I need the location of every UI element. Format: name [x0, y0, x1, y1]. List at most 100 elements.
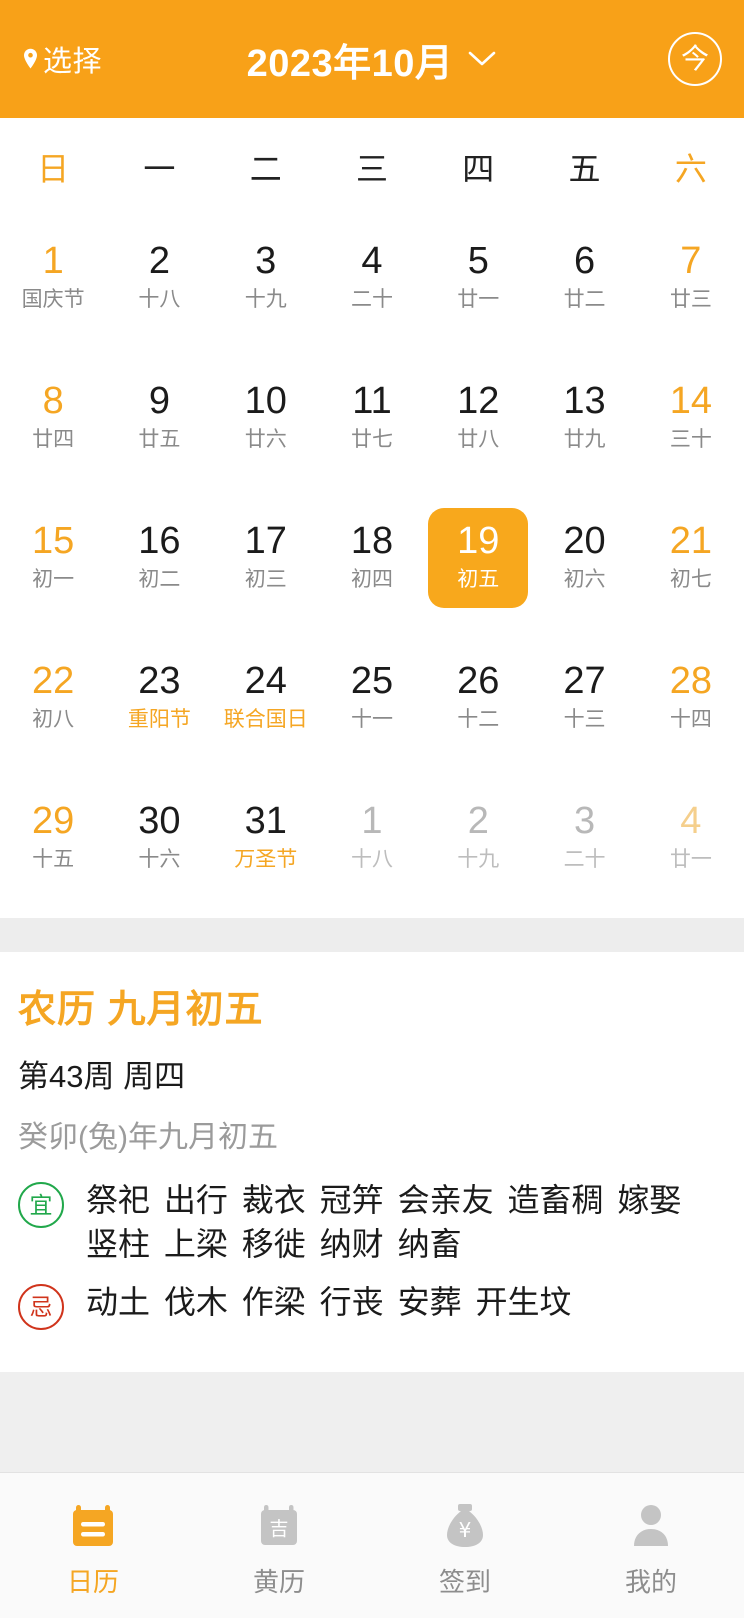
- day-number: 2: [467, 799, 489, 842]
- calendar-day-cell[interactable]: 4 二十: [319, 208, 425, 348]
- day-festival-label: 重阳节: [127, 707, 191, 731]
- tab-almanac-calendar[interactable]: 吉黄历: [186, 1492, 372, 1599]
- tab-money-bag[interactable]: ¥ 签到: [372, 1492, 558, 1599]
- day-number: 10: [244, 379, 287, 422]
- calendar-day-cell[interactable]: 27 十三: [531, 628, 637, 768]
- day-number: 31: [244, 799, 287, 842]
- day-lunar-label: 十六: [138, 847, 181, 871]
- calendar-day-cell[interactable]: 4 廿一: [638, 768, 744, 908]
- tab-calendar[interactable]: 日历: [0, 1492, 186, 1599]
- tab-person[interactable]: 我的: [558, 1492, 744, 1599]
- day-number: 30: [138, 799, 181, 842]
- chevron-down-icon[interactable]: [467, 50, 497, 68]
- day-number: 2: [148, 239, 170, 282]
- calendar-day-cell[interactable]: 10 廿六: [213, 348, 319, 488]
- weekday-label: 二: [249, 151, 282, 187]
- calendar-day-cell[interactable]: 28 十四: [638, 628, 744, 768]
- calendar-day-cell[interactable]: 26 十二: [425, 628, 531, 768]
- day-lunar-label: 十五: [32, 847, 75, 871]
- money-bag-icon: ¥: [438, 1498, 492, 1552]
- calendar-day-cell[interactable]: 18 初四: [319, 488, 425, 628]
- yi-row: 宜 祭祀 出行 裁衣 冠笄 会亲友 造畜稠 嫁娶 竖柱 上梁 移徙 纳财 纳畜: [18, 1178, 726, 1266]
- day-lunar-label: 初五: [457, 567, 500, 591]
- calendar-day-cell[interactable]: 12 廿八: [425, 348, 531, 488]
- weekday-label: 一: [143, 151, 176, 187]
- calendar-day-cell[interactable]: 16 初二: [106, 488, 212, 628]
- calendar-day-cell[interactable]: 5 廿一: [425, 208, 531, 348]
- app-header: 选择 2023年10月 今: [0, 0, 744, 118]
- tab-label: 黄历: [252, 1567, 305, 1597]
- tab-label: 签到: [438, 1567, 491, 1597]
- day-number: 22: [32, 659, 75, 702]
- day-lunar-label: 十二: [457, 707, 500, 731]
- day-lunar-label: 十八: [138, 287, 181, 311]
- person-icon: [624, 1498, 678, 1552]
- calendar-day-cell-selected[interactable]: 19 初五: [425, 488, 531, 628]
- day-lunar-label: 十八: [350, 847, 393, 871]
- lunar-date-title: 农历 九月初五: [18, 989, 264, 1031]
- calendar-day-cell[interactable]: 2 十八: [106, 208, 212, 348]
- calendar-day-cell[interactable]: 11 廿七: [319, 348, 425, 488]
- calendar-day-cell[interactable]: 25 十一: [319, 628, 425, 768]
- day-number: 24: [244, 659, 287, 702]
- calendar-day-cell[interactable]: 29 十五: [0, 768, 106, 908]
- page-title: 2023年10月: [246, 42, 454, 85]
- day-lunar-label: 二十: [350, 287, 393, 311]
- day-number: 16: [138, 519, 181, 562]
- day-number: 6: [573, 239, 596, 282]
- weekday-header-row: 日一二三四五六: [0, 118, 744, 208]
- calendar-day-cell[interactable]: 22 初八: [0, 628, 106, 768]
- calendar-day-cell[interactable]: 6 廿二: [531, 208, 637, 348]
- day-number: 7: [680, 239, 702, 282]
- calendar-day-cell[interactable]: 1 国庆节: [0, 208, 106, 348]
- ji-badge-label: 忌: [29, 1293, 53, 1320]
- calendar-day-cell[interactable]: 14 三十: [638, 348, 744, 488]
- day-lunar-label: 初四: [350, 567, 393, 591]
- calendar-day-cell[interactable]: 13 廿九: [531, 348, 637, 488]
- calendar-day-cell[interactable]: 1 十八: [319, 768, 425, 908]
- day-lunar-label: 廿九: [563, 427, 606, 451]
- day-lunar-label: 廿三: [669, 287, 712, 311]
- day-number: 19: [457, 519, 500, 562]
- day-lunar-label: 廿一: [669, 847, 712, 871]
- day-lunar-label: 十四: [669, 707, 712, 731]
- calendar-day-cell[interactable]: 21 初七: [638, 488, 744, 628]
- calendar-day-cell[interactable]: 17 初三: [213, 488, 319, 628]
- day-lunar-label: 初七: [669, 567, 712, 591]
- calendar-day-cell[interactable]: 31 万圣节: [213, 768, 319, 908]
- yi-badge-icon: 宜: [18, 1182, 64, 1228]
- day-number: 12: [457, 379, 500, 422]
- tab-label: 日历: [66, 1567, 119, 1597]
- day-number: 15: [32, 519, 75, 562]
- day-lunar-label: 廿二: [563, 287, 606, 311]
- month-title-group: 2023年10月: [0, 0, 744, 118]
- day-lunar-label: 十三: [563, 707, 606, 731]
- day-lunar-label: 廿八: [457, 427, 500, 451]
- calendar-day-cell[interactable]: 3 二十: [531, 768, 637, 908]
- location-select-button[interactable]: 选择: [22, 38, 102, 80]
- day-number: 18: [350, 519, 394, 562]
- today-button[interactable]: 今: [668, 32, 722, 86]
- day-number: 11: [352, 379, 392, 422]
- calendar-day-cell[interactable]: 20 初六: [531, 488, 637, 628]
- location-select-label: 选择: [43, 46, 103, 78]
- calendar-day-cell[interactable]: 24 联合国日: [213, 628, 319, 768]
- ji-badge-icon: 忌: [18, 1284, 64, 1331]
- calendar-day-cell[interactable]: 8 廿四: [0, 348, 106, 488]
- calendar-day-cell[interactable]: 23 重阳节: [106, 628, 212, 768]
- calendar-day-cell[interactable]: 7 廿三: [638, 208, 744, 348]
- day-number: 3: [573, 799, 596, 842]
- today-button-label: 今: [680, 43, 709, 74]
- calendar-day-cell[interactable]: 3 十九: [213, 208, 319, 348]
- calendar-day-cell[interactable]: 15 初一: [0, 488, 106, 628]
- calendar-day-cell[interactable]: 2 十九: [425, 768, 531, 908]
- section-divider: [0, 918, 744, 952]
- day-lunar-label: 十九: [457, 847, 500, 871]
- calendar-day-cell[interactable]: 30 十六: [106, 768, 212, 908]
- calendar-day-cell[interactable]: 9 廿五: [106, 348, 212, 488]
- week-of-year-line: 第43周 周四: [18, 1059, 186, 1094]
- ji-items-text: 动土 伐木 作梁 行丧 安葬 开生坟: [86, 1284, 572, 1321]
- svg-text:吉: 吉: [269, 1518, 288, 1540]
- calendar-icon: [66, 1498, 120, 1552]
- day-lunar-label: 十一: [350, 707, 393, 731]
